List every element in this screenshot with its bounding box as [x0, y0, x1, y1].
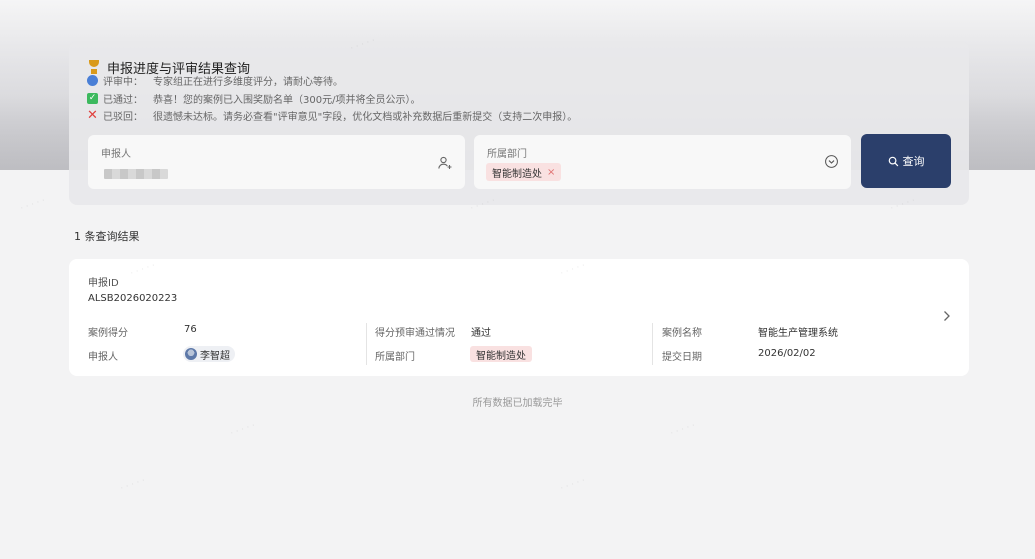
- score-value: 76: [184, 324, 197, 335]
- footer-note: 所有数据已加载完毕: [472, 398, 563, 409]
- card-department-tag: 智能制造处: [470, 346, 532, 362]
- card-department-label: 所属部门: [375, 352, 415, 363]
- reporter-field[interactable]: 申报人: [88, 135, 465, 189]
- status-label: 已通过：: [103, 94, 143, 106]
- search-panel: 申报进度与评审结果查询 评审中： 专家组正在进行多维度评分，请耐心等待。 ✓ 已…: [69, 41, 969, 205]
- result-card[interactable]: 申报ID ALSB2026020223 案例得分 76 申报人 李智超 得分预审…: [69, 259, 969, 376]
- reporter-label: 申报人: [88, 352, 118, 363]
- status-text: 恭喜！您的案例已入围奖励名单（300元/项并将全员公示）。: [153, 94, 421, 106]
- avatar: [185, 348, 197, 360]
- status-rejected: ✕ 已驳回： 很遗憾未达标。请务必查看"评审意见"字段，优化文档或补充数据后重新…: [87, 107, 577, 123]
- reporter-field-label: 申报人: [101, 149, 131, 160]
- result-count: 1 条查询结果: [74, 230, 140, 243]
- reporter-name: 李智超: [200, 350, 230, 362]
- column-divider: [652, 323, 653, 365]
- reporter-value-redacted[interactable]: [104, 169, 168, 179]
- dot-icon: [87, 74, 98, 86]
- pass-value: 通过: [471, 328, 491, 339]
- status-text: 很遗憾未达标。请务必查看"评审意见"字段，优化文档或补充数据后重新提交（支持二次…: [153, 111, 578, 123]
- chevron-right-icon[interactable]: [941, 309, 953, 323]
- pass-label: 得分预审通过情况: [375, 328, 455, 339]
- submit-date-label: 提交日期: [662, 352, 702, 363]
- search-button[interactable]: 查询: [861, 134, 951, 188]
- column-divider: [366, 323, 367, 365]
- score-label: 案例得分: [88, 328, 128, 339]
- status-label: 已驳回：: [103, 111, 143, 123]
- status-text: 专家组正在进行多维度评分，请耐心等待。: [153, 76, 343, 88]
- status-passed: ✓ 已通过： 恭喜！您的案例已入围奖励名单（300元/项并将全员公示）。: [87, 90, 420, 106]
- card-id-value: ALSB2026020223: [88, 293, 178, 304]
- tag-close-icon[interactable]: ×: [547, 167, 555, 178]
- reporter-chip: 李智超: [183, 346, 235, 362]
- card-id-label: 申报ID: [88, 278, 119, 289]
- department-tag-label: 智能制造处: [492, 168, 542, 180]
- search-icon: [888, 156, 898, 166]
- status-reviewing: 评审中： 专家组正在进行多维度评分，请耐心等待。: [87, 72, 343, 88]
- user-plus-icon[interactable]: [437, 155, 453, 171]
- department-field[interactable]: 所属部门 智能制造处 ×: [474, 135, 851, 189]
- status-label: 评审中：: [103, 76, 143, 88]
- chevron-down-icon[interactable]: [824, 154, 839, 169]
- submit-date-value: 2026/02/02: [758, 348, 816, 359]
- department-tag: 智能制造处 ×: [486, 163, 562, 181]
- department-field-label: 所属部门: [487, 149, 527, 160]
- search-button-label: 查询: [902, 155, 925, 168]
- case-name-value: 智能生产管理系统: [758, 328, 838, 339]
- check-icon: ✓: [87, 92, 98, 104]
- case-name-label: 案例名称: [662, 328, 702, 339]
- x-icon: ✕: [87, 107, 98, 123]
